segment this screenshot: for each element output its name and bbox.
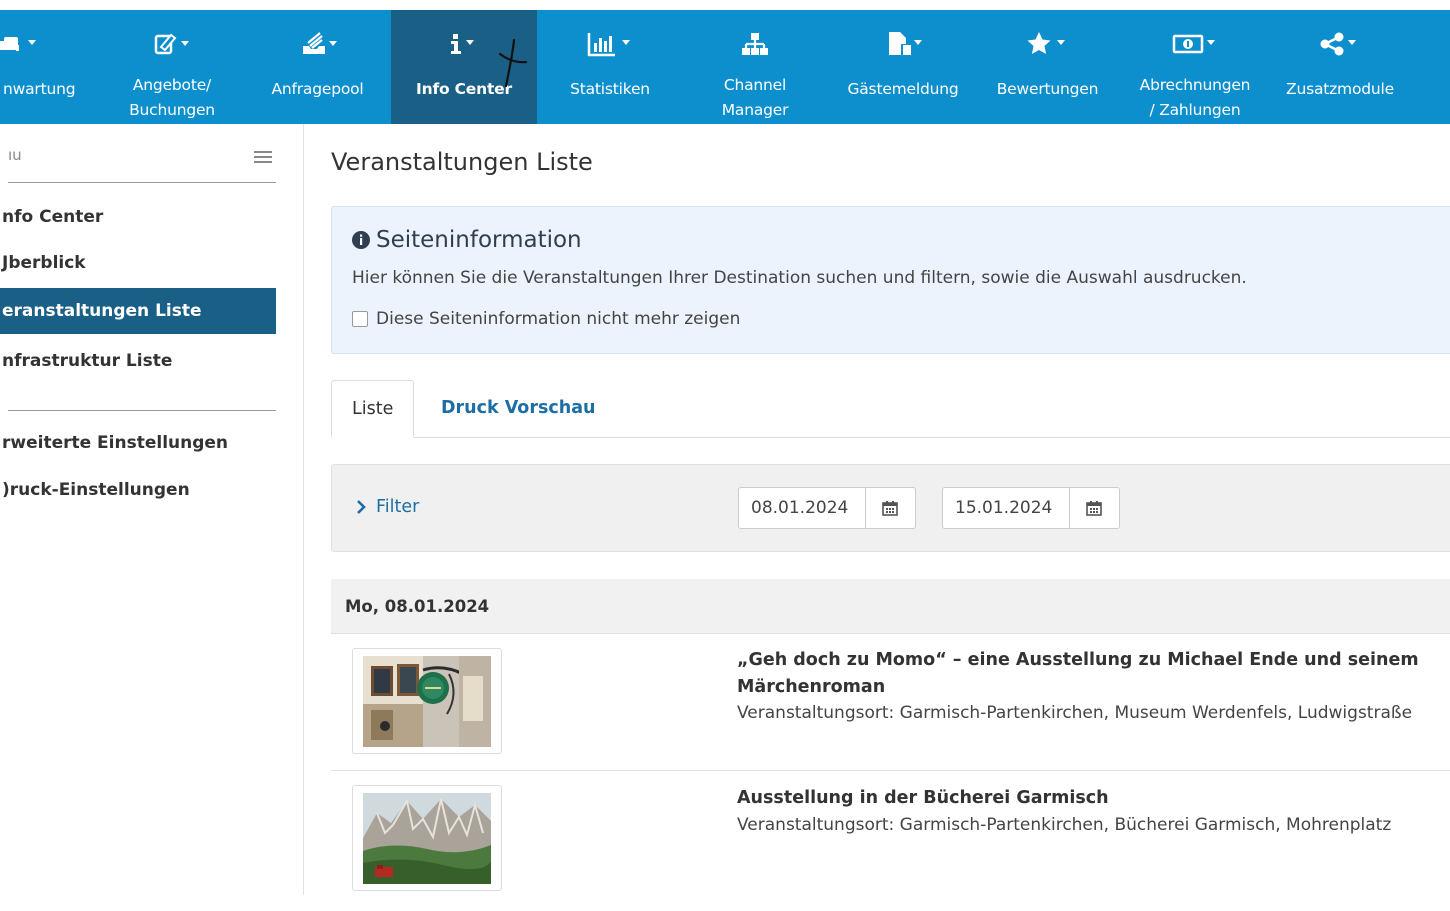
- nav-item-abrechnungen[interactable]: Abrechnungen / Zahlungen: [1130, 10, 1260, 124]
- event-image-sign: [363, 656, 491, 747]
- date-to-calendar-button[interactable]: [1069, 488, 1118, 528]
- share-icon: [1320, 32, 1356, 56]
- nav-label: Gästemeldung: [847, 80, 959, 98]
- nav-label: Statistiken: [570, 80, 650, 98]
- sidebar-search[interactable]: ıu: [8, 138, 276, 183]
- date-from-input[interactable]: [739, 488, 865, 528]
- bed-icon: [0, 37, 36, 51]
- tab-bar: Liste Druck Vorschau: [331, 380, 1450, 438]
- checkbox-label: Diese Seiteninformation nicht mehr zeige…: [376, 309, 741, 329]
- info-title: Seiteninformation: [376, 227, 582, 253]
- sidebar: ıu nfo Center Jberblick eranstaltungen L…: [0, 124, 304, 895]
- sitemap-icon: [742, 33, 768, 55]
- filter-toggle[interactable]: Filter: [356, 497, 419, 517]
- nav-item-gaestemeldung[interactable]: Gästemeldung: [838, 10, 968, 124]
- date-to-input[interactable]: [943, 488, 1069, 528]
- event-row[interactable]: „Geh doch zu Momo“ – eine Ausstellung zu…: [331, 634, 1450, 771]
- nav-label-line2: Buchungen: [129, 101, 215, 119]
- info-circle-icon: [352, 231, 370, 249]
- money-icon: [1172, 34, 1215, 54]
- info-icon: [451, 34, 474, 54]
- nav-label: nwartung: [3, 80, 76, 98]
- event-title[interactable]: Ausstellung in der Bücherei Garmisch: [737, 785, 1437, 812]
- sidebar-divider: [8, 410, 276, 411]
- nav-item-statistiken[interactable]: Statistiken: [545, 10, 675, 124]
- sidebar-item-info-center[interactable]: nfo Center: [0, 194, 276, 240]
- event-title[interactable]: „Geh doch zu Momo“ – eine Ausstellung zu…: [737, 647, 1437, 701]
- edit-icon: [154, 33, 189, 55]
- event-place: Veranstaltungsort: Garmisch-Partenkirche…: [737, 815, 1392, 835]
- date-from-calendar-button[interactable]: [865, 488, 914, 528]
- page-info-panel: Seiteninformation Hier können Sie die Ve…: [331, 206, 1450, 354]
- document-icon: [889, 32, 922, 55]
- star-icon: [1027, 32, 1065, 54]
- sidebar-search-text: ıu: [8, 146, 22, 164]
- hamburger-menu-icon[interactable]: [254, 150, 272, 164]
- date-to-group: [942, 487, 1120, 529]
- page-title: Veranstaltungen Liste: [331, 148, 593, 176]
- sidebar-item-erweiterte-einstellungen[interactable]: rweiterte Einstellungen: [0, 420, 276, 466]
- day-header: Mo, 08.01.2024: [331, 579, 1450, 634]
- date-from-group: [738, 487, 916, 529]
- hide-info-checkbox[interactable]: Diese Seiteninformation nicht mehr zeige…: [352, 309, 740, 329]
- nav-label: Anfragepool: [271, 80, 364, 98]
- nav-label-line1: Abrechnungen: [1139, 76, 1251, 94]
- nav-label-line1: Angebote/: [132, 76, 212, 94]
- inbox-icon: [302, 32, 337, 54]
- event-image-mountains: [363, 793, 491, 884]
- nav-label-line2: / Zahlungen: [1149, 101, 1241, 119]
- event-thumbnail[interactable]: [352, 648, 502, 754]
- tab-liste[interactable]: Liste: [331, 380, 415, 438]
- checkbox[interactable]: [352, 311, 368, 327]
- bar-chart-icon: [587, 33, 630, 57]
- filter-label: Filter: [376, 497, 420, 517]
- tab-druck-vorschau[interactable]: Druck Vorschau: [421, 380, 615, 437]
- event-place: Veranstaltungsort: Garmisch-Partenkirche…: [737, 703, 1413, 723]
- sidebar-item-ueberblick[interactable]: Jberblick: [0, 240, 276, 286]
- event-row[interactable]: Ausstellung in der Bücherei Garmisch Ver…: [331, 771, 1450, 911]
- sidebar-item-druck-einstellungen[interactable]: )ruck-Einstellungen: [0, 467, 276, 513]
- info-text: Hier können Sie die Veranstaltungen Ihre…: [352, 268, 1247, 288]
- nav-item-anfragepool[interactable]: Anfragepool: [260, 10, 375, 124]
- calendar-icon: [882, 501, 898, 516]
- calendar-icon: [1086, 501, 1102, 516]
- chevron-right-icon: [357, 500, 366, 514]
- event-thumbnail[interactable]: [352, 785, 502, 891]
- nav-label-line1: Channel: [723, 76, 787, 94]
- nav-label: Bewertungen: [996, 80, 1099, 98]
- nav-item-channel-manager[interactable]: Channel Manager: [700, 10, 810, 124]
- handwritten-x-mark: [498, 38, 528, 88]
- sidebar-item-infrastruktur-liste[interactable]: nfrastruktur Liste: [0, 338, 276, 384]
- nav-label-line2: Manager: [721, 101, 789, 119]
- nav-item-wartung[interactable]: nwartung: [0, 10, 100, 124]
- filter-bar: Filter: [331, 464, 1450, 552]
- top-navigation: nwartung Angebote/ Buchungen Anfragepool: [0, 10, 1450, 124]
- nav-label: Zusatzmodule: [1286, 80, 1394, 98]
- nav-item-angebote[interactable]: Angebote/ Buchungen: [112, 10, 232, 124]
- nav-item-zusatzmodule[interactable]: Zusatzmodule: [1275, 10, 1405, 124]
- sidebar-item-veranstaltungen-liste[interactable]: eranstaltungen Liste: [0, 288, 276, 334]
- nav-item-bewertungen[interactable]: Bewertungen: [985, 10, 1110, 124]
